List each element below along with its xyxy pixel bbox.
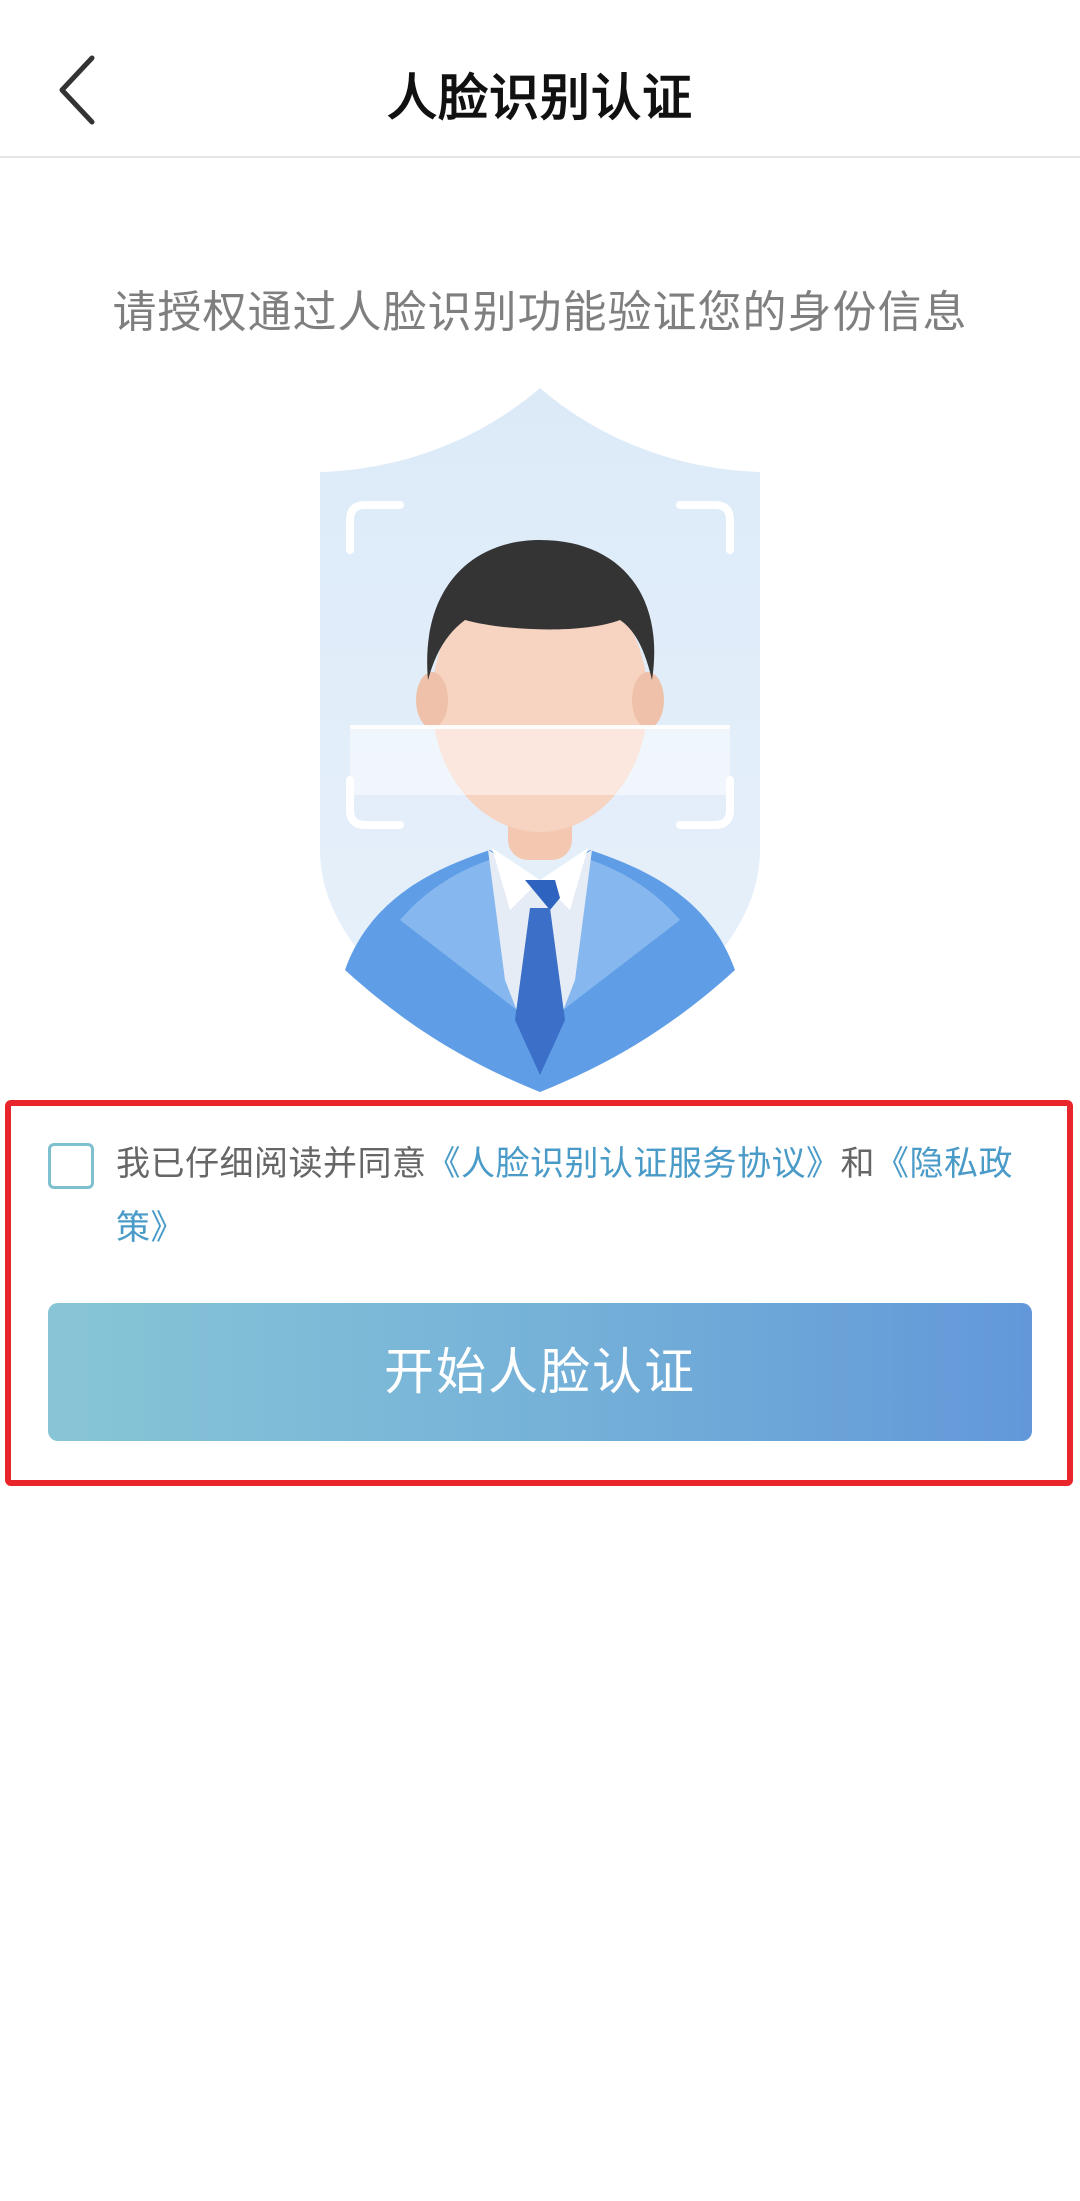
- start-face-verification-button[interactable]: 开始人脸认证: [48, 1303, 1032, 1441]
- navigation-bar: 人脸识别认证: [0, 0, 1080, 158]
- agreement-text: 我已仔细阅读并同意《人脸识别认证服务协议》和《隐私政策》: [116, 1132, 1036, 1260]
- face-scan-shield-icon: [320, 388, 760, 1092]
- agreement-prefix: 我已仔细阅读并同意: [116, 1144, 427, 1184]
- subtitle: 请授权通过人脸识别功能验证您的身份信息: [112, 287, 968, 338]
- agreement-conjunction: 和: [840, 1144, 875, 1184]
- service-agreement-link[interactable]: 《人脸识别认证服务协议》: [427, 1144, 841, 1184]
- page-title: 人脸识别认证: [387, 69, 693, 127]
- agree-checkbox[interactable]: [48, 1143, 94, 1189]
